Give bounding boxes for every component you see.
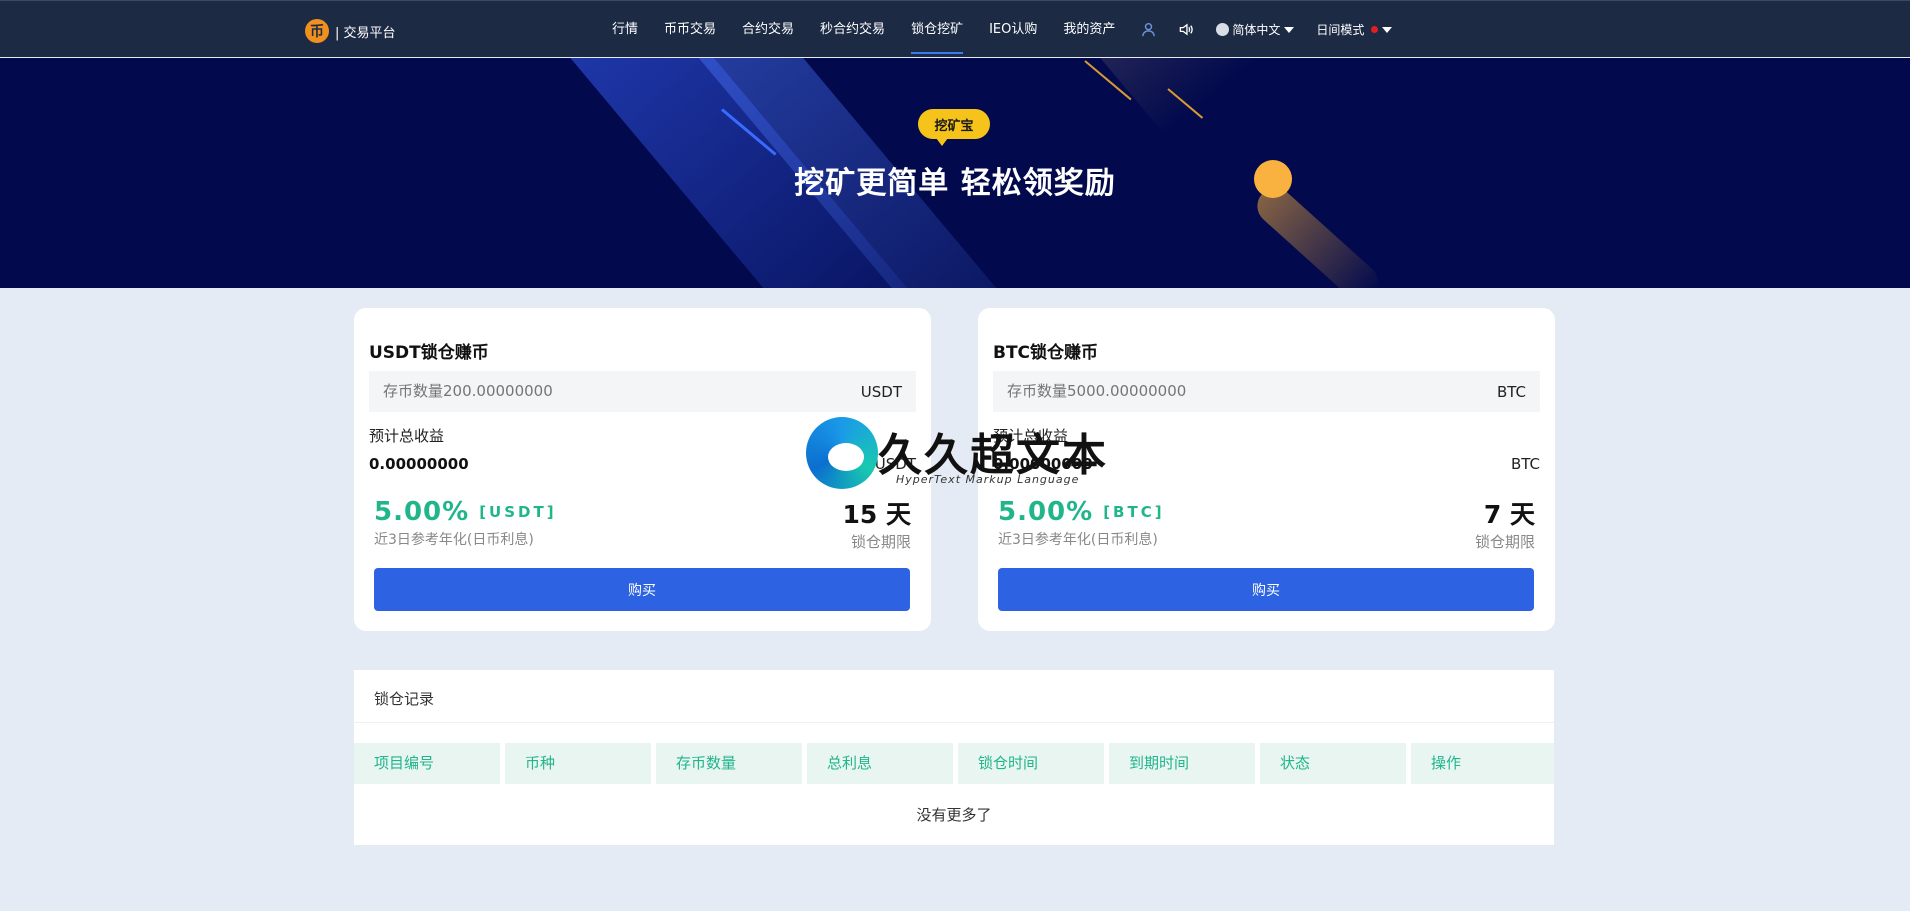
estimated-income-value: 0.00000000 bbox=[369, 455, 469, 473]
speaker-icon[interactable] bbox=[1178, 1, 1194, 58]
column-header: 锁仓时间 bbox=[958, 743, 1104, 784]
amount-input[interactable] bbox=[1007, 382, 1447, 400]
buy-button[interactable]: 购买 bbox=[374, 568, 910, 611]
records-table-header: 项目编号 币种 存币数量 总利息 锁仓时间 到期时间 状态 操作 bbox=[354, 743, 1554, 784]
amount-input[interactable] bbox=[383, 382, 823, 400]
top-header: 币 | 交易平台 行情 币币交易 合约交易 秒合约交易 锁仓挖矿 IEO认购 我… bbox=[0, 0, 1910, 57]
nav-item-second-contract[interactable]: 秒合约交易 bbox=[820, 1, 885, 58]
buy-button[interactable]: 购买 bbox=[998, 568, 1534, 611]
annual-rate-unit: [BTC] bbox=[1103, 503, 1165, 521]
column-header: 状态 bbox=[1260, 743, 1406, 784]
annual-rate-desc: 近3日参考年化(日币利息) bbox=[998, 532, 1158, 548]
lock-period-label: 锁仓期限 bbox=[1474, 533, 1535, 551]
notification-dot bbox=[1371, 26, 1379, 33]
theme-mode-selector[interactable]: 日间模式 bbox=[1316, 21, 1393, 38]
amount-field-box: BTC bbox=[993, 371, 1540, 412]
amount-unit: USDT bbox=[860, 383, 902, 401]
column-header: 操作 bbox=[1411, 743, 1554, 784]
lock-period-value: 7 天 bbox=[1483, 500, 1535, 529]
lock-period-value: 15 天 bbox=[842, 500, 912, 529]
nav-item-market[interactable]: 行情 bbox=[612, 1, 638, 58]
annual-rate-value: 5.00% bbox=[998, 497, 1094, 527]
card-title: USDT锁仓赚币 bbox=[369, 343, 489, 363]
amount-field-box: USDT bbox=[369, 371, 916, 412]
banner-decor-stripe bbox=[1050, 58, 1258, 136]
estimated-income-unit: BTC bbox=[1510, 455, 1540, 473]
chevron-down-icon bbox=[1382, 26, 1393, 33]
annual-rate: 5.00% [USDT] bbox=[374, 497, 557, 527]
nav-item-lock-mining[interactable]: 锁仓挖矿 bbox=[911, 1, 964, 58]
column-header: 存币数量 bbox=[656, 743, 802, 784]
brand-text: | 交易平台 bbox=[335, 25, 396, 41]
chevron-down-icon bbox=[1284, 26, 1295, 33]
column-header: 到期时间 bbox=[1109, 743, 1255, 784]
watermark-subtext: HyperText Markup Language bbox=[896, 473, 1080, 486]
lock-records-panel: 锁仓记录 项目编号 币种 存币数量 总利息 锁仓时间 到期时间 状态 操作 没有… bbox=[354, 670, 1554, 845]
language-selector[interactable]: 简体中文 bbox=[1216, 21, 1295, 38]
nav-item-ieo[interactable]: IEO认购 bbox=[989, 1, 1037, 58]
theme-mode-label: 日间模式 bbox=[1316, 23, 1365, 37]
brand-logo-icon: 币 bbox=[305, 19, 329, 43]
language-label: 简体中文 bbox=[1232, 23, 1281, 37]
annual-rate-value: 5.00% bbox=[374, 497, 470, 527]
banner-title: 挖矿更简单 轻松领奖励 bbox=[794, 166, 1116, 201]
annual-rate-desc: 近3日参考年化(日币利息) bbox=[374, 532, 534, 548]
hero-banner: 挖矿宝 挖矿更简单 轻松领奖励 bbox=[0, 58, 1910, 288]
lock-period-label: 锁仓期限 bbox=[850, 533, 911, 551]
column-header: 币种 bbox=[505, 743, 651, 784]
user-icon[interactable] bbox=[1141, 1, 1156, 58]
watermark: 久久超文本 HyperText Markup Language bbox=[806, 413, 1106, 493]
card-title: BTC锁仓赚币 bbox=[993, 343, 1099, 363]
watermark-logo-icon bbox=[806, 417, 878, 489]
nav-item-contract[interactable]: 合约交易 bbox=[742, 1, 794, 58]
nav-item-assets[interactable]: 我的资产 bbox=[1063, 1, 1115, 58]
annual-rate-unit: [USDT] bbox=[479, 503, 557, 521]
nav-item-spot[interactable]: 币币交易 bbox=[664, 1, 716, 58]
annual-rate: 5.00% [BTC] bbox=[998, 497, 1165, 527]
records-title: 锁仓记录 bbox=[374, 690, 435, 708]
empty-state-text: 没有更多了 bbox=[916, 806, 992, 824]
main-nav: 行情 币币交易 合约交易 秒合约交易 锁仓挖矿 IEO认购 我的资产 简体中文 … bbox=[612, 1, 1414, 58]
banner-badge: 挖矿宝 bbox=[918, 109, 990, 146]
amount-unit: BTC bbox=[1496, 383, 1526, 401]
globe-icon bbox=[1216, 23, 1230, 36]
brand[interactable]: 币 | 交易平台 bbox=[305, 19, 396, 43]
estimated-income-label: 预计总收益 bbox=[369, 427, 445, 445]
divider bbox=[354, 722, 1554, 723]
column-header: 总利息 bbox=[807, 743, 953, 784]
column-header: 项目编号 bbox=[354, 743, 500, 784]
